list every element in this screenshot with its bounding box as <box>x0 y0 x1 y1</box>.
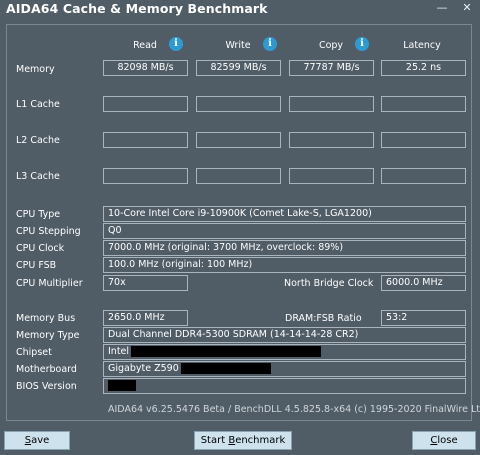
l3-read-value <box>103 168 188 184</box>
chipset-value: Intel <box>108 346 130 357</box>
motherboard-value: Gigabyte Z590 <box>108 363 179 374</box>
l3-cache-label: L3 Cache <box>16 171 60 182</box>
cpu-stepping-label: CPU Stepping <box>16 226 81 237</box>
cpu-fsb-label: CPU FSB <box>16 260 57 271</box>
minimize-icon[interactable]: — <box>434 1 450 15</box>
memory-bus-value: 2650.0 MHz <box>103 310 188 326</box>
save-label: ave <box>31 435 50 446</box>
start-label-pre: Start <box>200 435 229 446</box>
chipset-label: Chipset <box>16 347 52 358</box>
cpu-fsb-value: 100.0 MHz (original: 100 MHz) <box>103 257 466 273</box>
cpu-type-label: CPU Type <box>16 209 61 220</box>
memory-type-value: Dual Channel DDR4-5300 SDRAM (14-14-14-2… <box>103 327 466 343</box>
dram-fsb-ratio-label: DRAM:FSB Ratio <box>285 313 362 324</box>
start-label-rest: enchmark <box>235 435 286 446</box>
memory-copy-value: 77787 MB/s <box>289 60 374 76</box>
bios-version-redaction <box>108 380 136 391</box>
l1-latency-value <box>381 96 466 112</box>
window-title: AIDA64 Cache & Memory Benchmark <box>6 1 268 16</box>
close-button[interactable]: Close <box>412 431 476 450</box>
cpu-clock-value: 7000.0 MHz (original: 3700 MHz, overcloc… <box>103 240 466 256</box>
cpu-multiplier-label: CPU Multiplier <box>16 278 83 289</box>
memory-read-value: 82098 MB/s <box>103 60 188 76</box>
copy-info-icon[interactable]: i <box>355 37 369 51</box>
chipset-field: Intel <box>103 344 466 360</box>
version-footer: AIDA64 v6.25.5476 Beta / BenchDLL 4.5.82… <box>108 404 480 415</box>
l3-latency-value <box>381 168 466 184</box>
north-bridge-clock-label: North Bridge Clock <box>284 278 374 289</box>
chipset-redaction <box>131 346 322 357</box>
l2-read-value <box>103 132 188 148</box>
memory-label: Memory <box>16 64 55 75</box>
l2-cache-label: L2 Cache <box>16 135 60 146</box>
cpu-type-value: 10-Core Intel Core i9-10900K (Comet Lake… <box>103 206 466 222</box>
read-info-icon[interactable]: i <box>169 37 183 51</box>
motherboard-redaction <box>180 363 271 374</box>
cpu-stepping-value: Q0 <box>103 223 466 239</box>
l2-write-value <box>196 132 281 148</box>
cpu-multiplier-value: 70x <box>103 275 188 291</box>
cpu-clock-label: CPU Clock <box>16 243 65 254</box>
l1-copy-value <box>289 96 374 112</box>
motherboard-label: Motherboard <box>16 364 77 375</box>
dram-fsb-ratio-value: 53:2 <box>381 310 466 326</box>
write-info-icon[interactable]: i <box>263 37 277 51</box>
l3-copy-value <box>289 168 374 184</box>
l1-cache-label: L1 Cache <box>16 99 60 110</box>
close-label: lose <box>437 435 458 446</box>
latency-header: Latency <box>403 40 441 51</box>
start-benchmark-button[interactable]: Start Benchmark <box>194 431 292 450</box>
l3-write-value <box>196 168 281 184</box>
l2-latency-value <box>381 132 466 148</box>
l2-copy-value <box>289 132 374 148</box>
bios-version-label: BIOS Version <box>16 381 77 392</box>
save-button[interactable]: Save <box>4 431 70 450</box>
bios-version-field <box>103 378 466 394</box>
motherboard-field: Gigabyte Z590 <box>103 361 466 377</box>
title-bar: AIDA64 Cache & Memory Benchmark — ✕ <box>0 0 480 18</box>
l1-read-value <box>103 96 188 112</box>
memory-bus-label: Memory Bus <box>16 313 76 324</box>
close-icon[interactable]: ✕ <box>459 1 475 15</box>
memory-type-label: Memory Type <box>16 330 80 341</box>
memory-write-value: 82599 MB/s <box>196 60 281 76</box>
north-bridge-clock-value: 6000.0 MHz <box>381 275 466 291</box>
l1-write-value <box>196 96 281 112</box>
memory-latency-value: 25.2 ns <box>381 60 466 76</box>
